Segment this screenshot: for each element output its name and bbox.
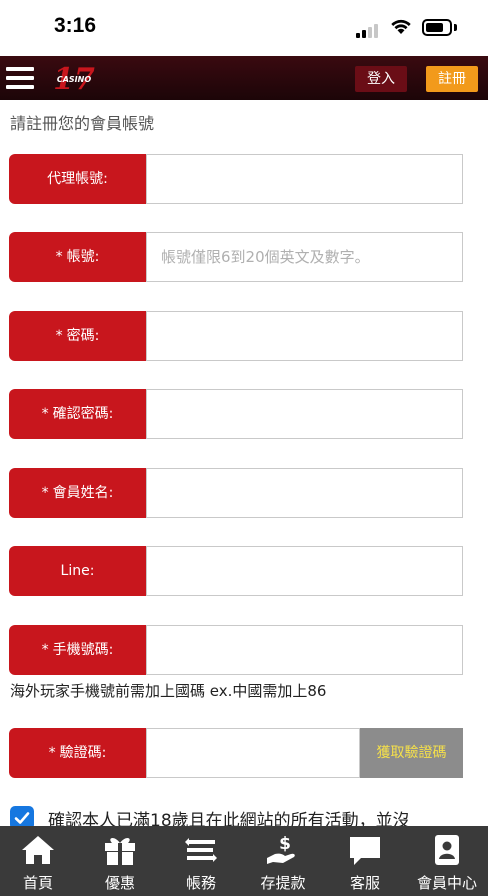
password-label-text: 密碼:	[66, 328, 100, 344]
line-label-text: Line:	[60, 563, 95, 579]
nav-member-label: 會員中心	[416, 874, 477, 892]
password-label: * 密碼:	[9, 311, 146, 361]
nav-promotions[interactable]: 優惠	[85, 826, 155, 896]
captcha-input[interactable]	[146, 728, 360, 778]
home-icon	[22, 836, 54, 864]
line-row: Line:	[9, 546, 463, 596]
member-name-label-text: 會員姓名:	[52, 485, 114, 501]
check-icon	[14, 812, 30, 824]
register-button[interactable]: 註冊	[426, 66, 478, 92]
password-input[interactable]	[146, 311, 463, 361]
member-icon	[435, 835, 459, 865]
member-name-input[interactable]	[146, 468, 463, 518]
nav-accounts-label: 帳務	[185, 874, 216, 892]
required-mark: *	[55, 249, 63, 265]
confirm-password-label-text: 確認密碼:	[52, 406, 114, 422]
agent-input[interactable]	[146, 154, 463, 204]
status-bar: 3:16	[0, 0, 488, 56]
nav-promotions-label: 優惠	[104, 874, 135, 892]
bottom-nav: 首頁 優惠 帳務 $ 存提款 客服 會員中心	[0, 826, 488, 896]
gift-icon	[105, 838, 135, 865]
get-captcha-button[interactable]: 獲取驗證碼	[360, 728, 463, 778]
casino-logo: 17 CASINO	[52, 58, 96, 98]
phone-row: * 手機號碼:	[9, 625, 463, 675]
nav-support-label: 客服	[349, 874, 380, 892]
password-row: * 密碼:	[9, 311, 463, 361]
line-input[interactable]	[146, 546, 463, 596]
confirm-password-label: * 確認密碼:	[9, 389, 146, 439]
account-input[interactable]	[146, 232, 463, 282]
svg-text:$: $	[279, 834, 291, 854]
member-name-label: * 會員姓名:	[9, 468, 146, 518]
required-mark: *	[41, 485, 49, 501]
agent-label: 代理帳號:	[9, 154, 146, 204]
battery-icon	[422, 19, 452, 36]
line-label: Line:	[9, 546, 146, 596]
svg-text:CASINO: CASINO	[57, 75, 91, 84]
app-header: 17 CASINO 登入 註冊	[0, 56, 488, 100]
logo-icon: 17 CASINO	[53, 62, 95, 97]
chat-icon	[350, 837, 380, 865]
required-mark: *	[41, 642, 49, 658]
hamburger-menu-icon[interactable]	[6, 65, 34, 91]
account-row: * 帳號:	[9, 232, 463, 282]
transfer-icon	[185, 838, 217, 862]
phone-input[interactable]	[146, 625, 463, 675]
phone-label-text: 手機號碼:	[52, 642, 114, 658]
captcha-label: * 驗證碼:	[9, 728, 146, 778]
account-label-text: 帳號:	[66, 249, 100, 265]
required-mark: *	[55, 328, 63, 344]
captcha-label-text: 驗證碼:	[59, 745, 107, 761]
agent-label-text: 代理帳號:	[47, 171, 108, 187]
signal-icon	[356, 22, 382, 38]
login-button[interactable]: 登入	[355, 66, 407, 92]
nav-accounts[interactable]: 帳務	[166, 826, 236, 896]
wifi-icon	[391, 19, 411, 34]
member-name-row: * 會員姓名:	[9, 468, 463, 518]
nav-home-label: 首頁	[22, 874, 53, 892]
nav-home[interactable]: 首頁	[3, 826, 73, 896]
confirm-password-input[interactable]	[146, 389, 463, 439]
phone-note: 海外玩家手機號前需加上國碼 ex.中國需加上86	[10, 682, 327, 700]
nav-support[interactable]: 客服	[330, 826, 400, 896]
register-intro: 請註冊您的會員帳號	[10, 114, 155, 133]
nav-deposit-withdraw[interactable]: $ 存提款	[248, 826, 318, 896]
deposit-icon: $	[267, 834, 295, 864]
status-time: 3:16	[54, 14, 97, 37]
nav-member-center[interactable]: 會員中心	[412, 826, 482, 896]
phone-label: * 手機號碼:	[9, 625, 146, 675]
agent-row: 代理帳號:	[9, 154, 463, 204]
required-mark: *	[41, 406, 49, 422]
captcha-row: * 驗證碼: 獲取驗證碼	[9, 728, 463, 778]
battery-tip	[454, 24, 457, 31]
required-mark: *	[48, 745, 56, 761]
confirm-password-row: * 確認密碼:	[9, 389, 463, 439]
nav-deposit-label: 存提款	[260, 874, 306, 892]
account-label: * 帳號:	[9, 232, 146, 282]
